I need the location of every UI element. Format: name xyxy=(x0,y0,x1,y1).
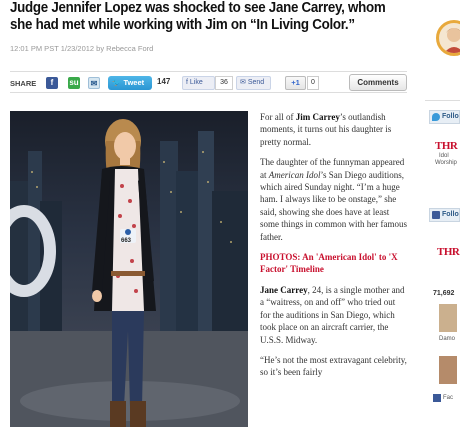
thr-logo-fb[interactable]: THR xyxy=(437,246,460,258)
tweet-count: 147 xyxy=(157,77,171,86)
jim-carrey-name: Jim Carrey xyxy=(295,112,340,122)
share-label: SHARE xyxy=(10,79,37,88)
thr-logo[interactable]: THR xyxy=(435,140,458,152)
facebook-share-icon[interactable]: f xyxy=(46,77,58,89)
fan-avatar[interactable] xyxy=(439,304,457,332)
p2-rest: ’s San Diego auditions, which aired Sund… xyxy=(260,169,407,242)
fan-count: 71,692 xyxy=(433,290,455,297)
send-label: Send xyxy=(247,79,265,86)
american-idol-title: American Idol xyxy=(268,169,321,180)
facebook-icon xyxy=(432,211,440,219)
paragraph-2: The daughter of the funnyman appeared at… xyxy=(260,156,408,243)
follow-twitter-header[interactable]: Follo xyxy=(429,110,460,124)
email-share-icon[interactable]: ✉ xyxy=(88,77,100,89)
paragraph-4: “He’s not the most extravagant celebrity… xyxy=(260,354,407,378)
paragraph-3: Jane Carrey, 24, is a single mother and … xyxy=(260,284,408,346)
photos-timeline-link[interactable]: PHOTOS: An 'American Idol' to 'X Factor'… xyxy=(260,252,398,274)
facebook-plugin-label[interactable]: Fac xyxy=(443,395,453,401)
paragraph-1: For all of Jim Carrey’s outlandish momen… xyxy=(260,111,408,148)
share-bar: SHARE f su ✉ 🐦 Tweet 147 f Like 36 ✉ Sen… xyxy=(10,71,407,93)
article-dek: Judge Jennifer Lopez was shocked to see … xyxy=(10,0,386,33)
audition-photo-illustration: 663 xyxy=(10,119,248,427)
like-label: Like xyxy=(189,79,203,86)
follow-label-2: Follo xyxy=(442,211,459,218)
article-body: For all of Jim Carrey’s outlandish momen… xyxy=(260,111,408,387)
sidebar-divider xyxy=(425,100,460,101)
jane-carrey-name: Jane Carrey xyxy=(260,284,308,295)
facebook-like-button[interactable]: f Like xyxy=(182,76,215,90)
avatar[interactable] xyxy=(436,20,460,56)
twitter-bird-icon: 🐦 xyxy=(112,78,122,87)
facebook-send-button[interactable]: ✉ Send xyxy=(236,76,271,90)
photos-paragraph: PHOTOS: An 'American Idol' to 'X Factor'… xyxy=(260,251,408,276)
stumbleupon-share-icon[interactable]: su xyxy=(68,77,80,89)
follow-facebook-header[interactable]: Follo xyxy=(429,208,460,222)
like-count: 36 xyxy=(215,76,233,90)
fan-name[interactable]: Damo xyxy=(439,336,455,342)
audition-badge-number: 663 xyxy=(121,238,132,244)
plus-one-count: 0 xyxy=(307,76,319,90)
tweet-label: Tweet xyxy=(123,78,145,87)
google-plus-one-button[interactable]: +1 xyxy=(285,76,306,90)
follow-label: Follo xyxy=(442,113,459,120)
avatar-portrait xyxy=(444,28,460,53)
twitter-icon xyxy=(432,113,440,121)
send-icon: ✉ xyxy=(240,79,246,86)
fan-avatar-2[interactable] xyxy=(439,356,457,384)
comments-button[interactable]: Comments xyxy=(349,74,407,91)
p1-lead: For all of xyxy=(260,112,296,122)
article-photo: 663 xyxy=(10,111,248,427)
tweet-button[interactable]: 🐦 Tweet xyxy=(108,76,152,90)
thr-tweet-snippet: Idol xyxy=(439,153,449,159)
byline: 12:01 PM PST 1/23/2012 by Rebecca Ford xyxy=(10,44,154,53)
facebook-icon: f xyxy=(186,79,188,86)
facebook-small-icon xyxy=(433,394,441,402)
right-sidebar: Follo THR Idol Worship Follo THR 71,692 … xyxy=(425,0,460,427)
thr-tweet-snippet-2: Worship xyxy=(435,160,457,166)
